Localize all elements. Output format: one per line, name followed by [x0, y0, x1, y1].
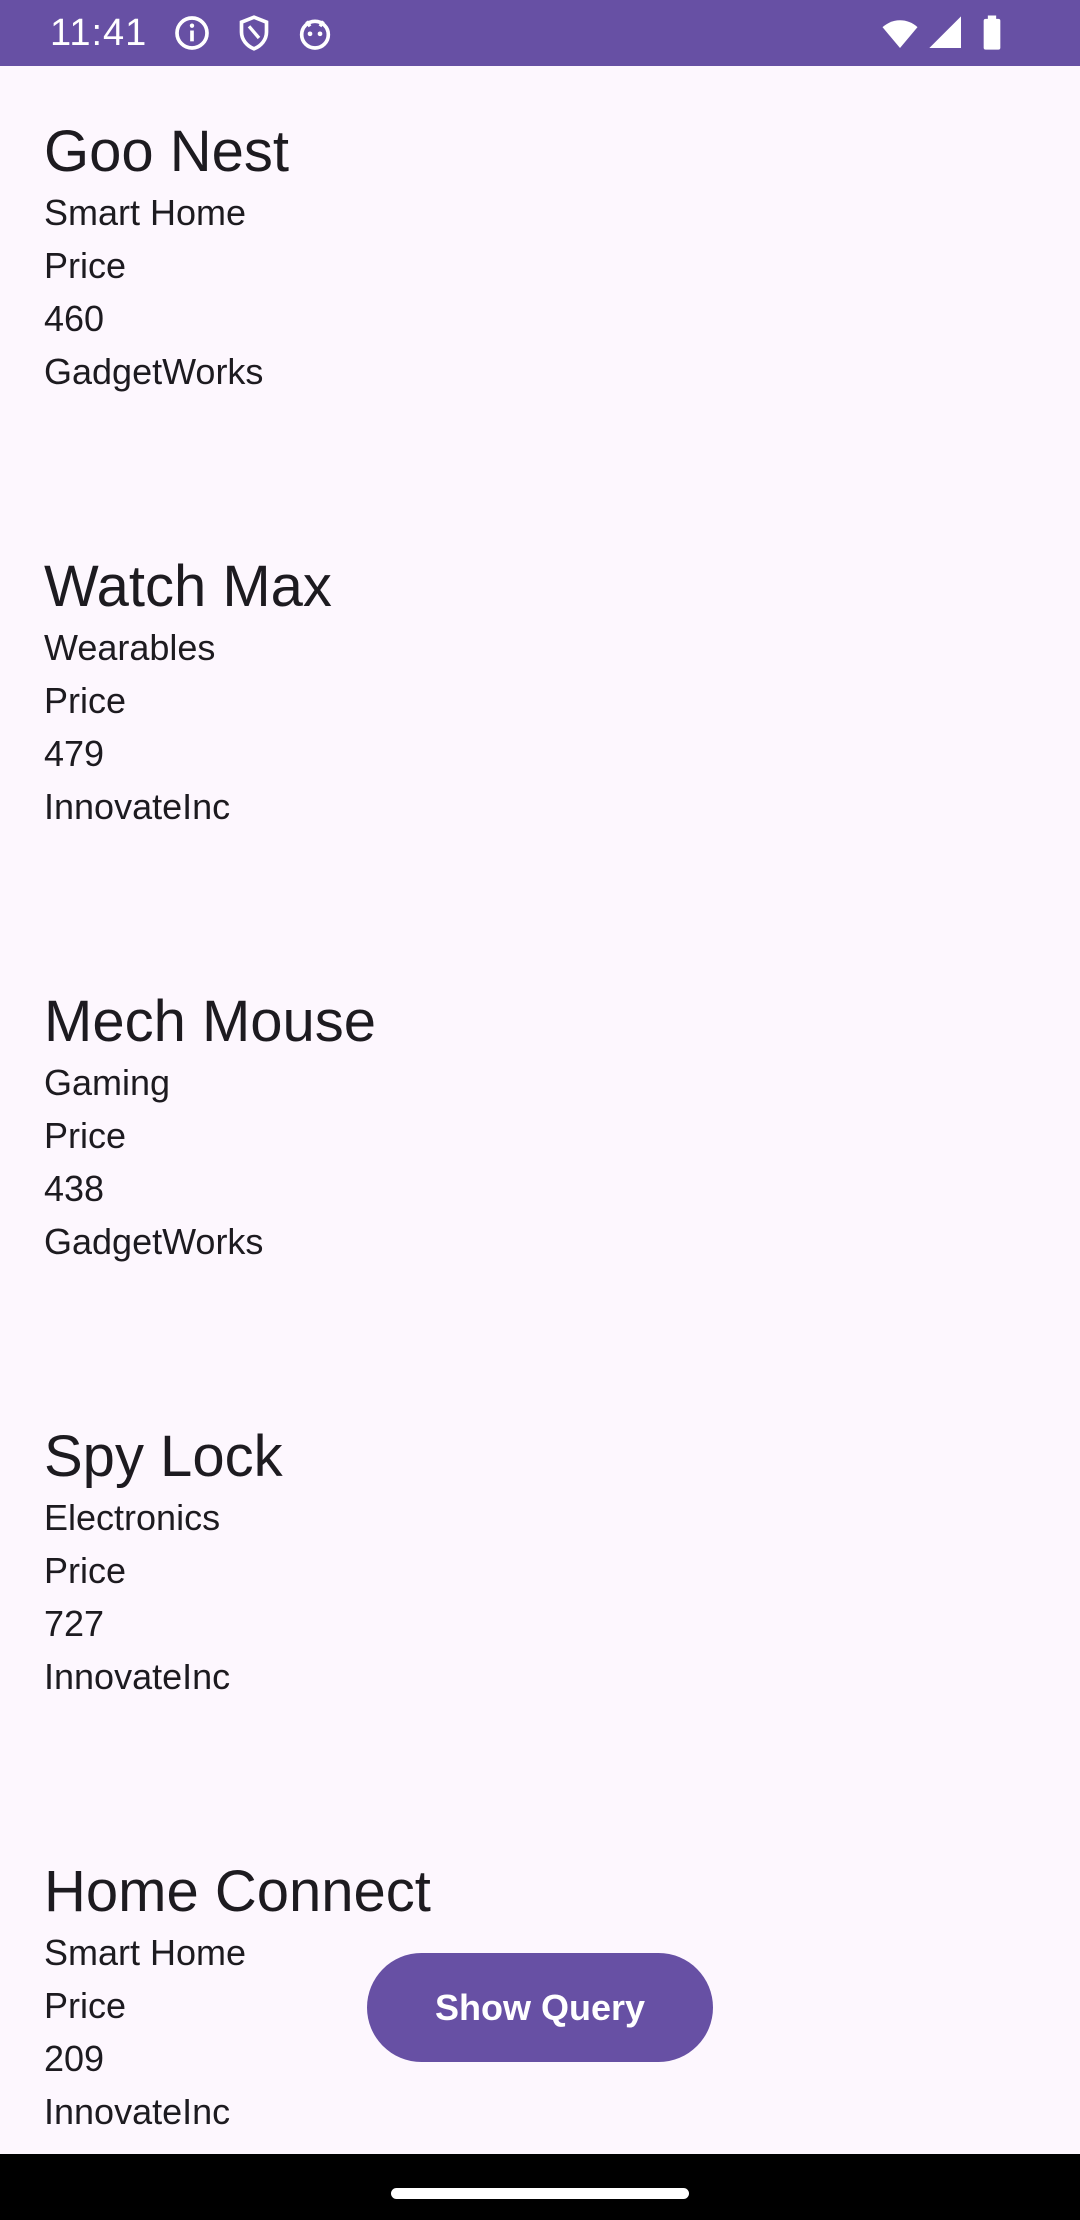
status-bar: 11:41	[0, 0, 1080, 66]
product-category: Wearables	[44, 627, 216, 668]
android-icon	[295, 13, 335, 53]
product-price: 727	[44, 1603, 105, 1644]
product-price: 438	[44, 1168, 105, 1209]
product-name: Watch Max	[44, 554, 332, 619]
product-manufacturer: InnovateInc	[44, 2091, 231, 2132]
signal-icon	[926, 13, 966, 53]
product-card: Spy Lock Electronics Price 727 InnovateI…	[44, 1423, 944, 1703]
product-category: Smart Home	[44, 192, 247, 233]
navigation-bar	[0, 2154, 1080, 2220]
product-price: 479	[44, 733, 105, 774]
product-manufacturer: GadgetWorks	[44, 1221, 264, 1262]
product-name: Spy Lock	[44, 1424, 283, 1489]
show-query-button[interactable]: Show Query	[367, 1953, 713, 2062]
product-price-label: Price	[44, 245, 127, 286]
status-time: 11:41	[50, 12, 148, 54]
product-price-label: Price	[44, 1550, 127, 1591]
product-manufacturer: GadgetWorks	[44, 351, 264, 392]
shield-icon	[234, 13, 274, 53]
product-manufacturer: InnovateInc	[44, 786, 231, 827]
product-price-label: Price	[44, 1115, 127, 1156]
battery-icon	[972, 13, 1012, 53]
product-card: Goo Nest Smart Home Price 460 GadgetWork…	[44, 118, 944, 398]
product-card: Mech Mouse Gaming Price 438 GadgetWorks	[44, 988, 944, 1268]
product-card: Watch Max Wearables Price 479 InnovateIn…	[44, 553, 944, 833]
home-gesture-handle[interactable]	[391, 2188, 689, 2199]
product-name: Goo Nest	[44, 119, 289, 184]
wifi-icon	[880, 13, 920, 53]
product-name: Mech Mouse	[44, 989, 377, 1054]
product-category: Electronics	[44, 1497, 221, 1538]
product-name: Home Connect	[44, 1859, 431, 1924]
product-manufacturer: InnovateInc	[44, 1656, 231, 1697]
product-category: Gaming	[44, 1062, 171, 1103]
info-icon	[172, 13, 212, 53]
product-list[interactable]: Goo Nest Smart Home Price 460 GadgetWork…	[0, 66, 1080, 2154]
product-price-label: Price	[44, 680, 127, 721]
product-price: 460	[44, 298, 105, 339]
